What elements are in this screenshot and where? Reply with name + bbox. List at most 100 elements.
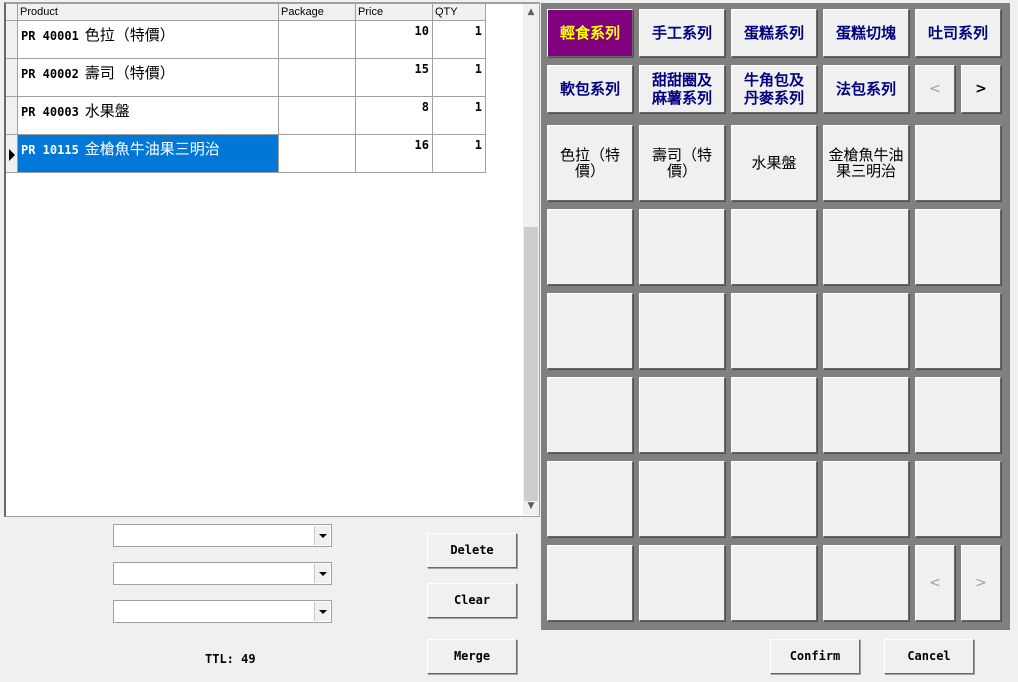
clear-button[interactable]: Clear xyxy=(427,583,517,618)
cell-product[interactable]: PR 40003 水果盤 xyxy=(18,97,279,135)
product-code: PR 40003 xyxy=(21,105,79,119)
empty-product-slot[interactable] xyxy=(639,545,725,621)
row-indicator[interactable] xyxy=(6,135,18,173)
empty-product-slot[interactable] xyxy=(731,209,817,285)
cell-price[interactable]: 16 xyxy=(356,135,433,173)
delete-button[interactable]: Delete xyxy=(427,533,517,568)
empty-product-slot[interactable] xyxy=(547,377,633,453)
table-row[interactable]: PR 40001 色拉（特價） 10 1 xyxy=(6,21,486,59)
row-indicator[interactable] xyxy=(6,21,18,59)
column-header-package[interactable]: Package xyxy=(279,4,356,21)
empty-product-slot[interactable] xyxy=(823,209,909,285)
empty-product-slot[interactable] xyxy=(547,545,633,621)
cell-qty[interactable]: 1 xyxy=(433,97,486,135)
table-row[interactable]: PR 10115 金槍魚牛油果三明治 16 1 xyxy=(6,135,486,173)
category-tab-9[interactable]: 法包系列 xyxy=(823,65,909,113)
total-label: TTL: 49 xyxy=(205,652,256,666)
cell-product[interactable]: PR 40002 壽司（特價） xyxy=(18,59,279,97)
empty-product-slot[interactable] xyxy=(547,461,633,537)
empty-product-slot[interactable] xyxy=(731,461,817,537)
empty-product-slot[interactable] xyxy=(639,209,725,285)
empty-product-slot[interactable] xyxy=(915,125,1001,201)
empty-product-slot[interactable] xyxy=(731,293,817,369)
product-next-button[interactable]: > xyxy=(961,545,1001,621)
empty-product-slot[interactable] xyxy=(823,545,909,621)
empty-product-slot[interactable] xyxy=(639,461,725,537)
cell-product[interactable]: PR 10115 金槍魚牛油果三明治 xyxy=(18,135,279,173)
category-tab-2[interactable]: 手工系列 xyxy=(639,9,725,57)
category-tab-6[interactable]: 軟包系列 xyxy=(547,65,633,113)
empty-product-slot[interactable] xyxy=(547,293,633,369)
table-row[interactable]: PR 40002 壽司（特價） 15 1 xyxy=(6,59,486,97)
product-code: PR 40002 xyxy=(21,67,79,81)
empty-product-slot[interactable] xyxy=(547,209,633,285)
combo-box-2[interactable] xyxy=(113,562,332,585)
grid-rows: PR 40001 色拉（特價） 10 1 PR 40002 壽司（特價） 15 1 PR 400… xyxy=(6,21,486,173)
empty-product-slot[interactable] xyxy=(915,377,1001,453)
chevron-down-icon[interactable] xyxy=(314,564,330,583)
cell-package[interactable] xyxy=(279,97,356,135)
product-button[interactable]: 金槍魚牛油 果三明治 xyxy=(823,125,909,201)
category-prev-button[interactable]: < xyxy=(915,65,955,113)
category-tab-1-label: 輕食系列 xyxy=(559,24,620,42)
scroll-up-icon[interactable]: ▲ xyxy=(523,4,539,21)
cell-qty[interactable]: 1 xyxy=(433,21,486,59)
category-tab-8[interactable]: 牛角包及 丹麥系列 xyxy=(731,65,817,113)
product-button[interactable]: 水果盤 xyxy=(731,125,817,201)
category-tab-7[interactable]: 甜甜圈及 麻薯系列 xyxy=(639,65,725,113)
category-next-button[interactable]: > xyxy=(961,65,1001,113)
empty-product-slot[interactable] xyxy=(915,209,1001,285)
product-name: 色拉（特價） xyxy=(84,26,175,44)
column-header-qty[interactable]: QTY xyxy=(433,4,486,21)
combo-box-3[interactable] xyxy=(113,600,332,623)
cell-qty[interactable]: 1 xyxy=(433,59,486,97)
category-tab-1[interactable]: 輕食系列 xyxy=(547,9,633,57)
row-indicator[interactable] xyxy=(6,59,18,97)
chevron-down-icon[interactable] xyxy=(314,602,330,621)
column-header-price[interactable]: Price xyxy=(356,4,433,21)
cell-price[interactable]: 8 xyxy=(356,97,433,135)
cell-package[interactable] xyxy=(279,135,356,173)
empty-product-slot[interactable] xyxy=(823,377,909,453)
cell-price[interactable]: 15 xyxy=(356,59,433,97)
empty-product-slot[interactable] xyxy=(915,293,1001,369)
category-tab-8-label: 牛角包及 丹麥系列 xyxy=(743,71,804,107)
merge-button[interactable]: Merge xyxy=(427,639,517,674)
product-next-button-label: > xyxy=(975,575,987,591)
confirm-button[interactable]: Confirm xyxy=(770,639,860,674)
category-tab-2-label: 手工系列 xyxy=(651,24,712,42)
order-grid[interactable]: Product Package Price QTY PR 40001 色拉（特價）… xyxy=(4,2,540,517)
empty-product-slot[interactable] xyxy=(823,293,909,369)
category-tab-5-label: 吐司系列 xyxy=(927,24,988,42)
empty-product-slot[interactable] xyxy=(639,377,725,453)
category-tab-9-label: 法包系列 xyxy=(835,80,896,98)
category-tab-4[interactable]: 蛋糕切塊 xyxy=(823,9,909,57)
product-prev-button[interactable]: < xyxy=(915,545,955,621)
cell-package[interactable] xyxy=(279,21,356,59)
product-button[interactable]: 壽司（特 價） xyxy=(639,125,725,201)
cell-qty[interactable]: 1 xyxy=(433,135,486,173)
cell-package[interactable] xyxy=(279,59,356,97)
product-prev-button-label: < xyxy=(929,575,941,591)
category-tab-5[interactable]: 吐司系列 xyxy=(915,9,1001,57)
empty-product-slot[interactable] xyxy=(639,293,725,369)
product-button[interactable]: 色拉（特 價） xyxy=(547,125,633,201)
empty-product-slot[interactable] xyxy=(915,461,1001,537)
empty-product-slot[interactable] xyxy=(823,461,909,537)
vertical-scrollbar[interactable]: ▲ ▼ xyxy=(523,4,539,515)
empty-product-slot[interactable] xyxy=(731,545,817,621)
product-panel: 輕食系列 手工系列 蛋糕系列 蛋糕切塊 吐司系列軟包系列 甜甜圈及 麻薯系列 牛角包及 丹麥… xyxy=(541,3,1010,630)
cell-product[interactable]: PR 40001 色拉（特價） xyxy=(18,21,279,59)
cancel-button[interactable]: Cancel xyxy=(884,639,974,674)
empty-product-slot[interactable] xyxy=(731,377,817,453)
column-header-product[interactable]: Product xyxy=(18,4,279,21)
scroll-down-icon[interactable]: ▼ xyxy=(523,498,539,515)
chevron-down-icon[interactable] xyxy=(314,526,330,545)
product-button-label: 金槍魚牛油 果三明治 xyxy=(828,146,904,180)
scroll-thumb[interactable] xyxy=(524,227,538,501)
combo-box-1[interactable] xyxy=(113,524,332,547)
category-tab-3[interactable]: 蛋糕系列 xyxy=(731,9,817,57)
row-indicator[interactable] xyxy=(6,97,18,135)
table-row[interactable]: PR 40003 水果盤 8 1 xyxy=(6,97,486,135)
cell-price[interactable]: 10 xyxy=(356,21,433,59)
